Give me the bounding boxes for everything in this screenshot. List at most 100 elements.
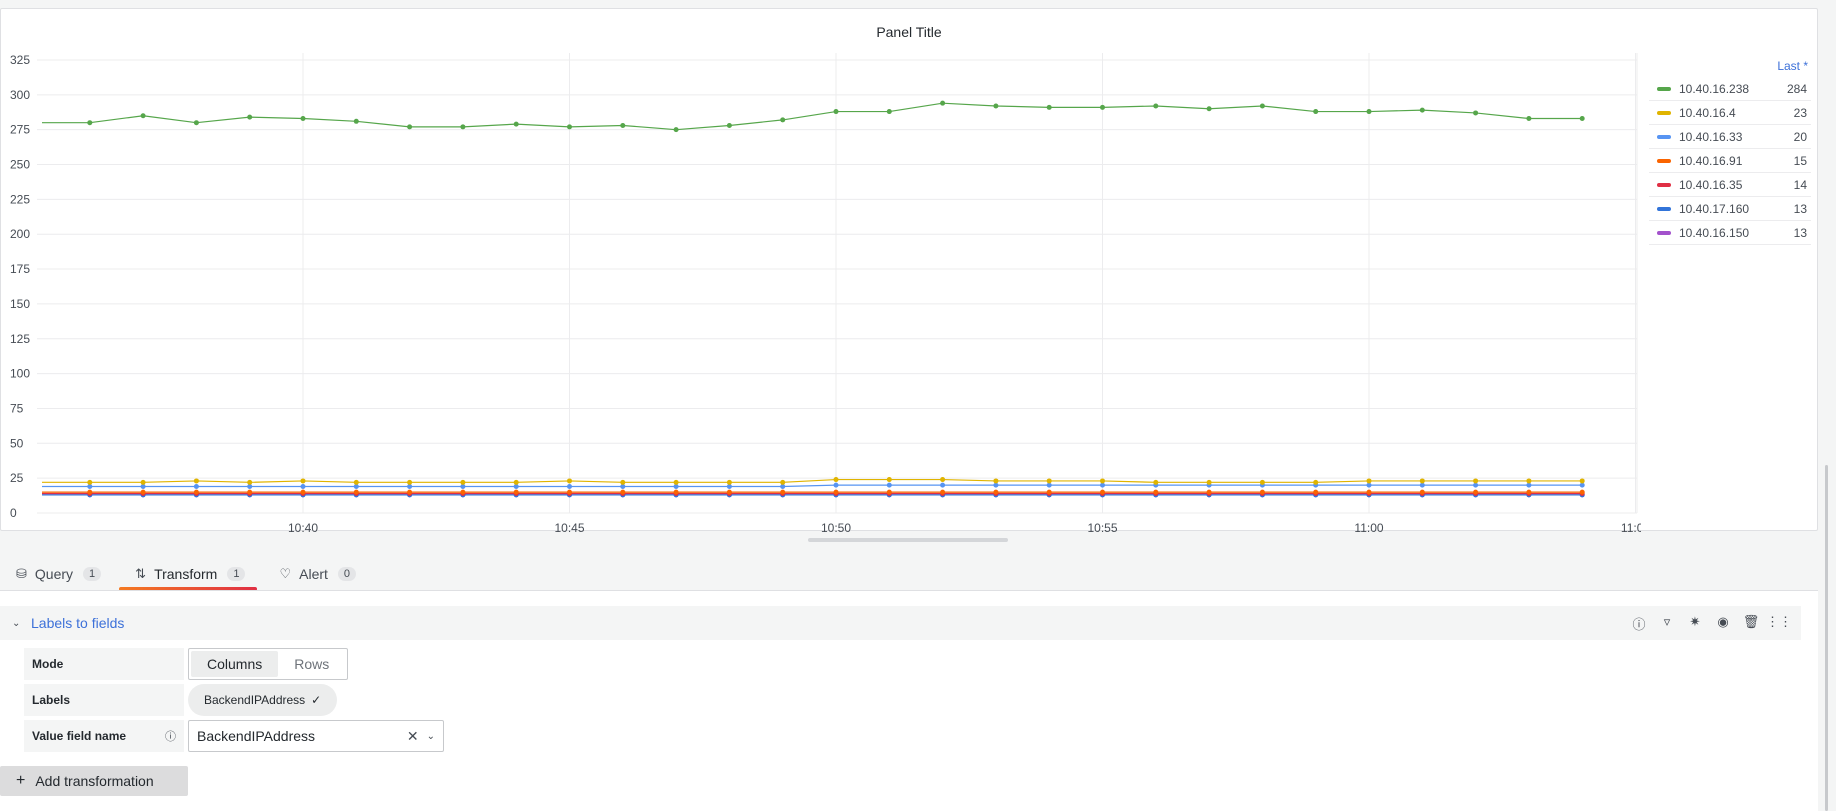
data-point [513, 121, 519, 127]
data-point [993, 489, 999, 495]
legend-item[interactable]: 10.40.16.33 20 [1649, 125, 1811, 149]
legend-series-value: 20 [1793, 129, 1807, 144]
legend-item[interactable]: 10.40.17.160 13 [1649, 197, 1811, 221]
data-point [1206, 106, 1212, 112]
mode-label: Mode [24, 648, 184, 680]
transformation-name[interactable]: Labels to fields [31, 615, 124, 631]
x-tick-label: 10:55 [1087, 521, 1117, 532]
add-transformation-button[interactable]: + Add transformation [0, 766, 188, 796]
legend: Last * 10.40.16.238 284 10.40.16.4 23 10.40.… [1649, 59, 1811, 245]
labels-row: Labels BackendIPAddress ✓ [24, 684, 338, 716]
legend-series-name: 10.40.17.160 [1679, 201, 1750, 216]
y-tick-label: 225 [10, 192, 30, 206]
data-point [833, 489, 839, 495]
legend-swatch [1657, 206, 1671, 211]
label-chip-text: BackendIPAddress [204, 693, 306, 707]
legend-series-name: 10.40.16.150 [1679, 225, 1750, 240]
mode-option-rows[interactable]: Rows [278, 651, 345, 677]
x-tick-label: 10:50 [821, 521, 851, 532]
debug-icon[interactable]: ✷ [1681, 614, 1709, 633]
clear-icon[interactable]: ✕ [407, 728, 419, 745]
data-point [1153, 103, 1159, 109]
drag-handle-icon[interactable]: ⋮⋮ [1765, 614, 1793, 633]
x-tick-label: 11:00 [1354, 521, 1383, 532]
tab-query-label: Query [34, 566, 74, 582]
y-tick-label: 125 [10, 332, 30, 346]
legend-item[interactable]: 10.40.16.4 23 [1649, 101, 1811, 125]
data-point [140, 489, 146, 495]
data-point [353, 489, 359, 495]
data-point [940, 477, 946, 483]
data-point [993, 103, 999, 109]
value-field-row: Value field name ⓘ BackendIPAddress ✕ ⌄ [24, 720, 444, 752]
tab-transform[interactable]: ⇅ Transform 1 [119, 560, 258, 591]
data-point [1206, 489, 1212, 495]
data-point [1046, 478, 1052, 484]
data-point [300, 478, 306, 484]
legend-item[interactable]: 10.40.16.238 284 [1649, 77, 1811, 101]
bell-icon: ♡ [279, 566, 292, 581]
data-point [1526, 489, 1532, 495]
data-point [1259, 489, 1265, 495]
x-tick-label: 10:45 [554, 521, 584, 532]
tab-transform-count: 1 [227, 567, 246, 581]
mode-radio-group: Columns Rows [188, 648, 349, 680]
plus-icon: + [16, 772, 26, 789]
data-point [726, 122, 732, 128]
data-point [407, 489, 413, 495]
data-point [1259, 103, 1265, 109]
value-field-select[interactable]: BackendIPAddress ✕ ⌄ [188, 720, 444, 752]
data-point [1579, 489, 1585, 495]
label-chip[interactable]: BackendIPAddress ✓ [188, 684, 338, 716]
data-point [1526, 116, 1532, 122]
trash-icon[interactable]: 🗑 [1737, 614, 1765, 633]
data-point [193, 478, 199, 484]
vertical-scrollbar[interactable] [1825, 465, 1828, 811]
info-icon[interactable]: ⓘ [1625, 614, 1653, 633]
value-field-label-text: Value field name [32, 729, 127, 743]
legend-item[interactable]: 10.40.16.91 15 [1649, 149, 1811, 173]
data-point [1259, 479, 1265, 485]
data-point [460, 479, 466, 485]
data-point [87, 120, 93, 126]
database-icon: ⛁ [16, 566, 27, 581]
data-point [460, 124, 466, 130]
legend-item[interactable]: 10.40.16.150 13 [1649, 221, 1811, 245]
data-point [1313, 479, 1319, 485]
filter-icon[interactable]: ▿ [1653, 614, 1681, 633]
legend-item[interactable]: 10.40.16.35 14 [1649, 173, 1811, 197]
series-line [42, 478, 1583, 483]
data-point [1153, 489, 1159, 495]
chevron-down-icon[interactable]: ⌄ [12, 618, 26, 629]
tab-query-count: 1 [83, 567, 102, 581]
legend-series-value: 13 [1793, 201, 1807, 216]
legend-sort-header[interactable]: Last * [1649, 59, 1811, 77]
data-point [1046, 104, 1052, 110]
legend-swatch [1657, 230, 1671, 235]
data-point [726, 489, 732, 495]
eye-icon[interactable]: ◉ [1709, 614, 1737, 633]
info-icon[interactable]: ⓘ [165, 728, 176, 744]
mode-option-columns[interactable]: Columns [191, 651, 279, 677]
transformation-header[interactable]: ⌄ Labels to fields ⓘ ▿ ✷ ◉ 🗑 ⋮⋮ [0, 606, 1801, 640]
data-point [1419, 478, 1425, 484]
tab-query[interactable]: ⛁ Query 1 [0, 560, 113, 588]
transformation-actions: ⓘ ▿ ✷ ◉ 🗑 ⋮⋮ [1625, 614, 1793, 633]
chevron-down-icon[interactable]: ⌄ [427, 731, 435, 742]
data-point [567, 478, 572, 484]
data-point [1100, 489, 1105, 495]
data-point [567, 484, 572, 490]
y-tick-label: 25 [10, 471, 24, 485]
legend-swatch [1657, 158, 1671, 163]
legend-swatch [1657, 134, 1671, 139]
data-point [87, 489, 93, 495]
data-point [407, 479, 413, 485]
tab-alert[interactable]: ♡ Alert 0 [263, 560, 368, 588]
y-tick-label: 200 [10, 227, 30, 241]
data-point [1419, 107, 1425, 113]
panel-resize-handle[interactable] [808, 538, 1008, 542]
series-line [42, 484, 1583, 488]
data-point [1046, 489, 1052, 495]
data-point [300, 489, 306, 495]
legend-series-name: 10.40.16.4 [1679, 105, 1736, 120]
